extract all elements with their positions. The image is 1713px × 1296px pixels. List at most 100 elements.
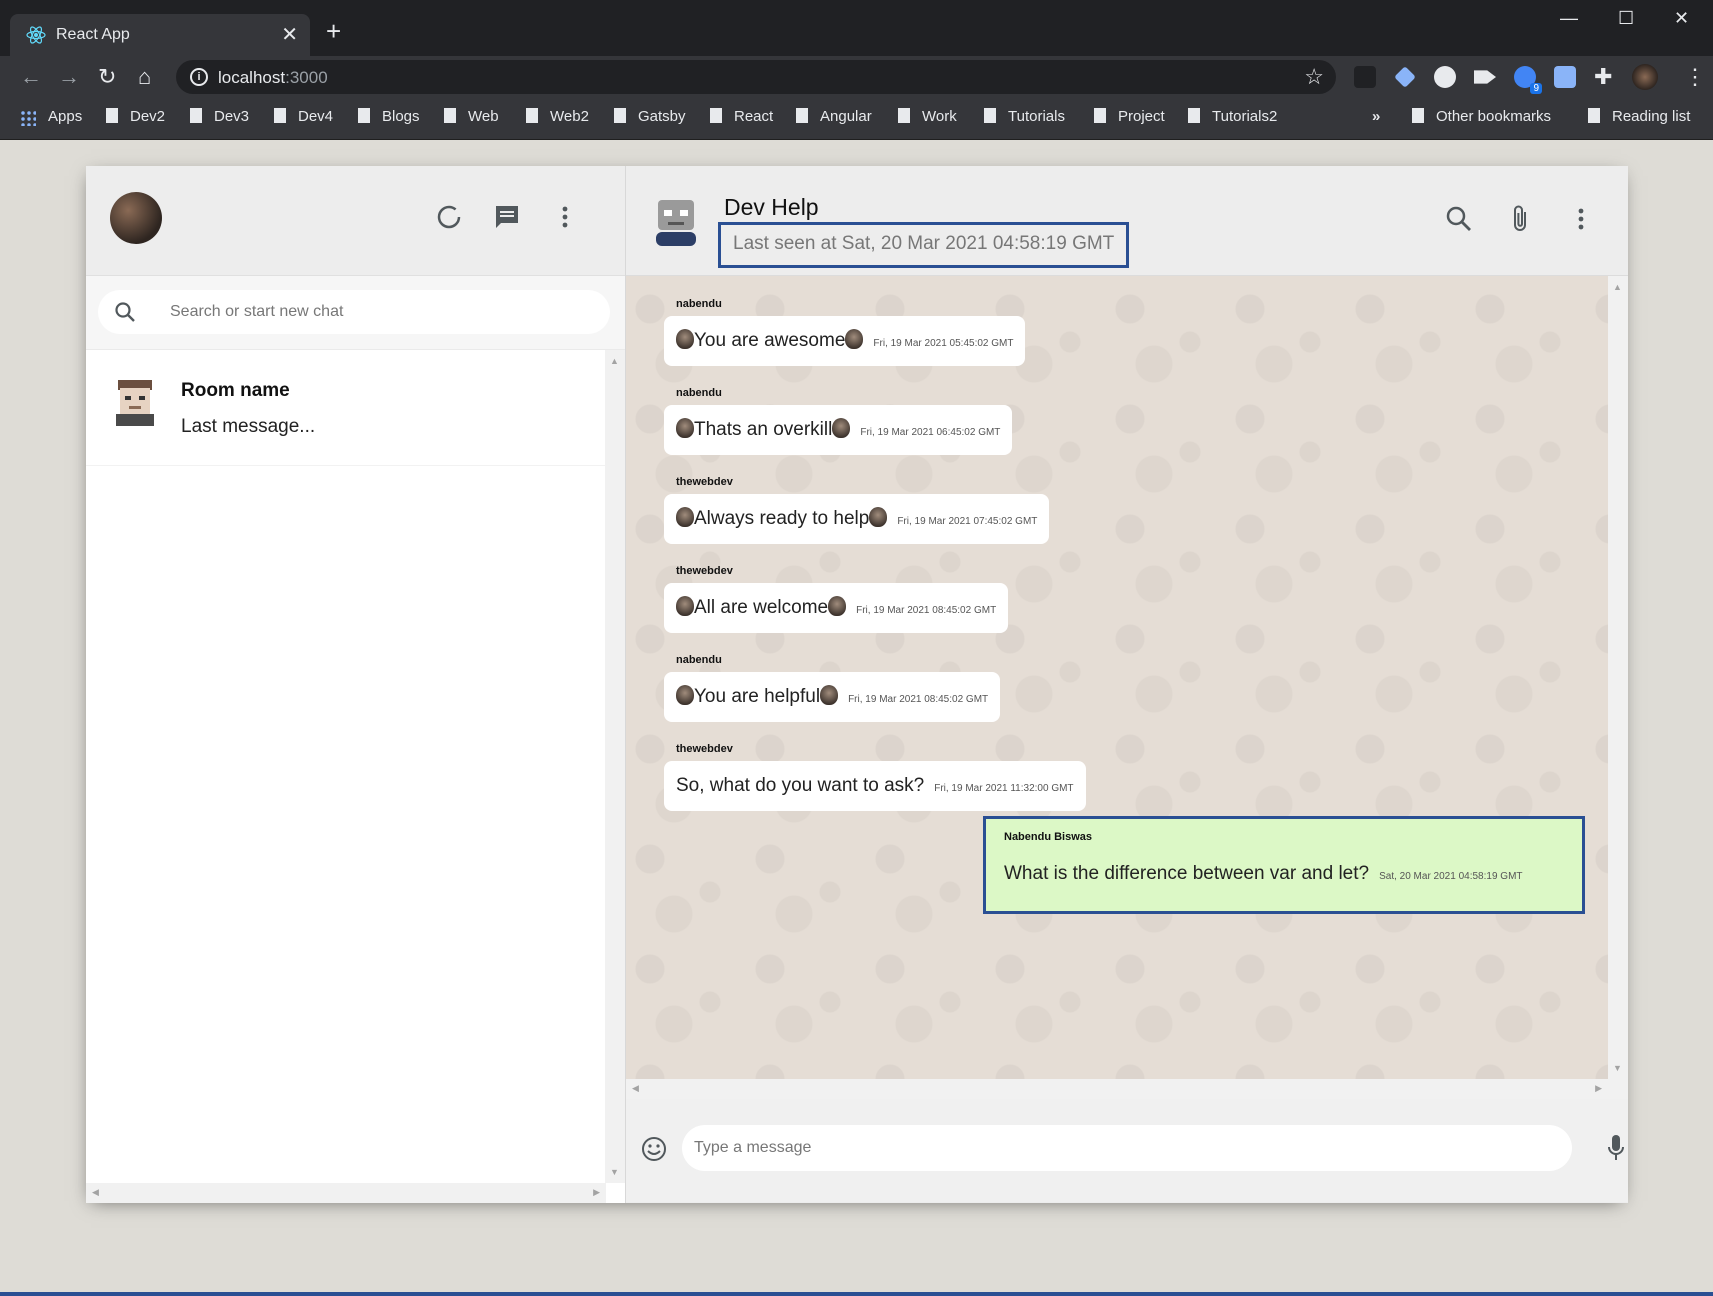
avatar[interactable] bbox=[110, 192, 162, 244]
message-bubble: You are helpful Fri, 19 Mar 2021 08:45:02… bbox=[664, 672, 1001, 722]
bookmark-item[interactable]: Angular bbox=[796, 108, 872, 125]
message-sender: thewebdev bbox=[676, 565, 733, 577]
message-timestamp: Fri, 19 Mar 2021 07:45:02 GMT bbox=[897, 516, 1038, 527]
list-item[interactable]: Room name Last message... bbox=[86, 350, 606, 466]
message-timestamp: Fri, 19 Mar 2021 05:45:02 GMT bbox=[873, 338, 1014, 349]
extension-icon[interactable] bbox=[1554, 66, 1576, 88]
profile-avatar[interactable] bbox=[1632, 64, 1658, 90]
scroll-right-icon[interactable]: ▶ bbox=[1595, 1083, 1602, 1094]
extension-icon[interactable] bbox=[1394, 66, 1416, 88]
bookmark-item[interactable]: Tutorials bbox=[984, 108, 1065, 125]
new-tab-icon[interactable]: + bbox=[326, 16, 341, 47]
bookmark-item[interactable]: Gatsby bbox=[614, 108, 686, 125]
scroll-left-icon[interactable]: ◀ bbox=[632, 1083, 639, 1094]
message-text: What is the difference between var and l… bbox=[1004, 863, 1523, 884]
url-text: localhost:3000 bbox=[218, 68, 328, 87]
message-text: Always ready to help bbox=[694, 508, 870, 529]
emoji-icon bbox=[845, 329, 864, 349]
message-sender: Nabendu Biswas bbox=[1004, 831, 1093, 843]
scroll-down-icon[interactable]: ▼ bbox=[610, 1167, 619, 1177]
sidebar-header bbox=[86, 166, 625, 276]
info-icon[interactable]: i bbox=[190, 68, 208, 86]
bookmark-apps[interactable]: Apps bbox=[48, 108, 82, 125]
window-close-icon[interactable]: ✕ bbox=[1674, 8, 1689, 29]
back-icon[interactable]: ← bbox=[20, 64, 42, 90]
scroll-up-icon[interactable]: ▲ bbox=[610, 356, 619, 366]
chat-header: Dev Help Last seen at Sat, 20 Mar 2021 0… bbox=[626, 166, 1628, 276]
home-icon[interactable]: ⌂ bbox=[138, 64, 151, 90]
message-text: So, what do you want to ask? bbox=[676, 775, 925, 796]
message-timestamp: Fri, 19 Mar 2021 06:45:02 GMT bbox=[860, 427, 1001, 438]
more-vert-icon[interactable] bbox=[550, 202, 580, 232]
bookmark-item[interactable]: Web2 bbox=[526, 108, 589, 125]
message-timestamp: Fri, 19 Mar 2021 08:45:02 GMT bbox=[848, 694, 989, 705]
scrollbar[interactable]: ◀ ▶ bbox=[626, 1079, 1608, 1099]
search-icon bbox=[115, 302, 135, 322]
bookmark-item[interactable]: Dev2 bbox=[106, 108, 165, 125]
chat-panel: Dev Help Last seen at Sat, 20 Mar 2021 0… bbox=[626, 166, 1628, 1203]
extension-badge: 9 bbox=[1530, 83, 1542, 94]
scroll-right-icon[interactable]: ▶ bbox=[593, 1187, 600, 1198]
message-input[interactable] bbox=[694, 1137, 1554, 1159]
chat-title: Dev Help bbox=[724, 194, 819, 220]
emoji-icon bbox=[676, 685, 694, 705]
attach-icon[interactable] bbox=[1506, 204, 1536, 234]
more-vert-icon[interactable]: ⋮ bbox=[1684, 64, 1706, 90]
bookmark-item[interactable]: Project bbox=[1094, 108, 1165, 125]
react-icon bbox=[26, 26, 46, 44]
message-timestamp: Fri, 19 Mar 2021 08:45:02 GMT bbox=[856, 605, 997, 616]
extension-icon[interactable]: 9 bbox=[1514, 66, 1542, 94]
search-input[interactable] bbox=[170, 300, 590, 324]
message-text: Thats an overkill bbox=[694, 419, 833, 440]
chat-list: Room name Last message... ▲ ▼ ◀ ▶ bbox=[86, 350, 625, 1203]
bookmark-item[interactable]: Work bbox=[898, 108, 957, 125]
chat-footer bbox=[626, 1099, 1628, 1202]
scroll-left-icon[interactable]: ◀ bbox=[92, 1187, 99, 1198]
message-bubble: All are welcome Fri, 19 Mar 2021 08:45:02… bbox=[664, 583, 1009, 633]
bookmark-item[interactable]: Tutorials2 bbox=[1188, 108, 1277, 125]
emoji-icon bbox=[832, 418, 851, 438]
bookmark-item[interactable]: Blogs bbox=[358, 108, 420, 125]
scrollbar[interactable]: ▲ ▼ bbox=[1608, 276, 1628, 1099]
address-bar[interactable]: i localhost:3000 ☆ bbox=[176, 60, 1336, 94]
maximize-icon[interactable]: ☐ bbox=[1618, 8, 1634, 29]
other-bookmarks[interactable]: Other bookmarks bbox=[1412, 108, 1551, 125]
extension-icon[interactable] bbox=[1354, 66, 1376, 88]
reading-list[interactable]: Reading list bbox=[1588, 108, 1690, 125]
extension-icon[interactable] bbox=[1474, 70, 1496, 84]
status-icon[interactable] bbox=[434, 202, 464, 232]
browser-toolbar: ← → ↻ ⌂ i localhost:3000 ☆ 9 ✚ ⋮ bbox=[0, 56, 1713, 98]
browser-tab[interactable]: React App ✕ bbox=[10, 14, 310, 56]
minimize-icon[interactable]: — bbox=[1560, 8, 1578, 29]
apps-icon[interactable] bbox=[20, 110, 36, 126]
emoji-icon bbox=[820, 685, 839, 705]
message-bubble: So, what do you want to ask? Fri, 19 Mar … bbox=[664, 761, 1086, 811]
emoji-icon[interactable] bbox=[640, 1135, 668, 1163]
close-tab-icon[interactable]: ✕ bbox=[281, 22, 298, 47]
message-input-box bbox=[682, 1125, 1572, 1171]
scroll-up-icon[interactable]: ▲ bbox=[1613, 282, 1622, 292]
message-timestamp: Fri, 19 Mar 2021 11:32:00 GMT bbox=[934, 783, 1074, 794]
scroll-down-icon[interactable]: ▼ bbox=[1613, 1063, 1622, 1073]
mic-icon[interactable] bbox=[1606, 1133, 1626, 1163]
puzzle-icon[interactable]: ✚ bbox=[1594, 64, 1612, 90]
search-icon[interactable] bbox=[1444, 204, 1474, 234]
extension-icon[interactable] bbox=[1434, 66, 1456, 88]
message-bubble: You are awesome Fri, 19 Mar 2021 05:45:02… bbox=[664, 316, 1026, 366]
bookmark-item[interactable]: React bbox=[710, 108, 773, 125]
bookmark-item[interactable]: Dev3 bbox=[190, 108, 249, 125]
message-sender: thewebdev bbox=[676, 743, 733, 755]
more-vert-icon[interactable] bbox=[1566, 204, 1596, 234]
chat-icon[interactable] bbox=[492, 202, 522, 232]
scrollbar[interactable]: ◀ ▶ bbox=[86, 1183, 606, 1203]
emoji-icon bbox=[676, 596, 694, 616]
more-bookmarks-icon[interactable]: » bbox=[1372, 108, 1380, 125]
bookmark-item[interactable]: Web bbox=[444, 108, 499, 125]
reload-icon[interactable]: ↻ bbox=[98, 64, 116, 90]
forward-icon[interactable]: → bbox=[58, 64, 80, 90]
scrollbar[interactable]: ▲ ▼ bbox=[605, 350, 625, 1183]
bookmark-item[interactable]: Dev4 bbox=[274, 108, 333, 125]
room-last-message: Last message... bbox=[181, 416, 316, 437]
avatar[interactable] bbox=[654, 196, 698, 246]
star-icon[interactable]: ☆ bbox=[1304, 64, 1324, 90]
